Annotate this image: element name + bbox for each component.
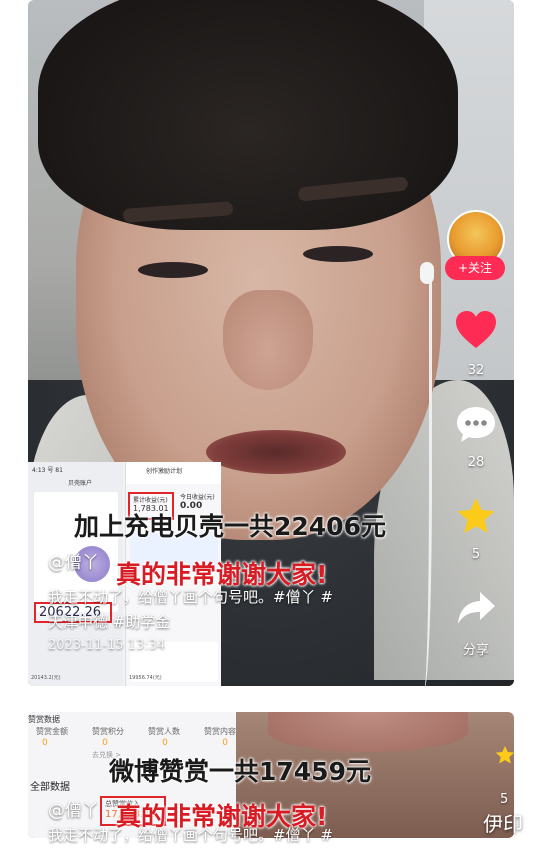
author-handle-2[interactable]: @僧丫 [48,796,99,821]
stats-label: 赞赏内容 [204,727,236,736]
today-earnings-label: 今日收益(元) [180,494,215,501]
favorite-count: 5 [471,547,481,562]
total-earnings-label: 累计收益(元) [133,497,168,504]
like-count: 32 [467,363,485,378]
like-button[interactable] [454,308,498,352]
section-title: 全部数据 [30,782,70,793]
hair [38,0,458,230]
stats-value: 0 [162,738,168,748]
face-partial [268,712,468,752]
follow-button[interactable]: +关注 [445,256,505,280]
comment-button[interactable] [455,404,497,446]
video-description-2: 我走不动了，给僧丫画个句号吧。#僧丫 # [48,826,333,844]
comment-count: 28 [467,455,485,470]
incentive-title: 创作激励计划 [126,462,221,484]
share-label: 分享 [462,643,489,658]
star-icon [495,746,515,764]
caption-main: 加上充电贝壳一共22406元 [74,512,386,541]
stats-header: 赞赏数据 [28,715,60,724]
stats-label: 赞赏积分 [92,727,124,736]
stats-label: 赞赏人数 [148,727,180,736]
favorite-count-2: 5 [500,792,509,807]
earbud-cable [416,270,432,686]
stats-value: 0 [42,738,48,748]
eye-left [138,262,208,278]
stats-values: 0 0 0 0 [42,738,228,748]
stats-labels: 赞赏金额 赞赏积分 赞赏人数 赞赏内容 [36,726,236,737]
share-button[interactable] [455,588,497,628]
nose [223,290,313,390]
star-icon [457,498,495,533]
author-handle[interactable]: @僧丫 [48,548,99,573]
footer-value-2: 19956.74(元) [129,675,162,681]
caption-main-2: 微博赞赏一共17459元 [109,757,371,786]
stats-value: 0 [222,738,228,748]
stats-value: 0 [102,738,108,748]
favorite-button-2[interactable] [485,737,515,773]
eye-right [303,246,373,262]
earbud [420,262,434,284]
stats-label: 赞赏金额 [36,727,68,736]
share-icon [458,592,495,624]
watermark: 伊印 [483,812,523,836]
mouth [206,430,346,474]
status-bar: 4:13 号 81 [32,467,63,474]
panel-title: 贝壳账户 [68,480,93,487]
description-line-2[interactable]: 天津中德 #助学金 [48,610,418,635]
comment-icon [457,407,495,442]
description-line-1: 我走不动了，给僧丫画个句号吧。#僧丫 # [48,588,333,606]
heart-icon [456,311,496,348]
video-description: 我走不动了，给僧丫画个句号吧。#僧丫 # 天津中德 #助学金 [48,585,418,635]
footer-value: 20143.2(元) [31,675,61,681]
favorite-button[interactable] [455,495,497,537]
post-timestamp: 2023-11-15 13:34 [48,638,166,653]
